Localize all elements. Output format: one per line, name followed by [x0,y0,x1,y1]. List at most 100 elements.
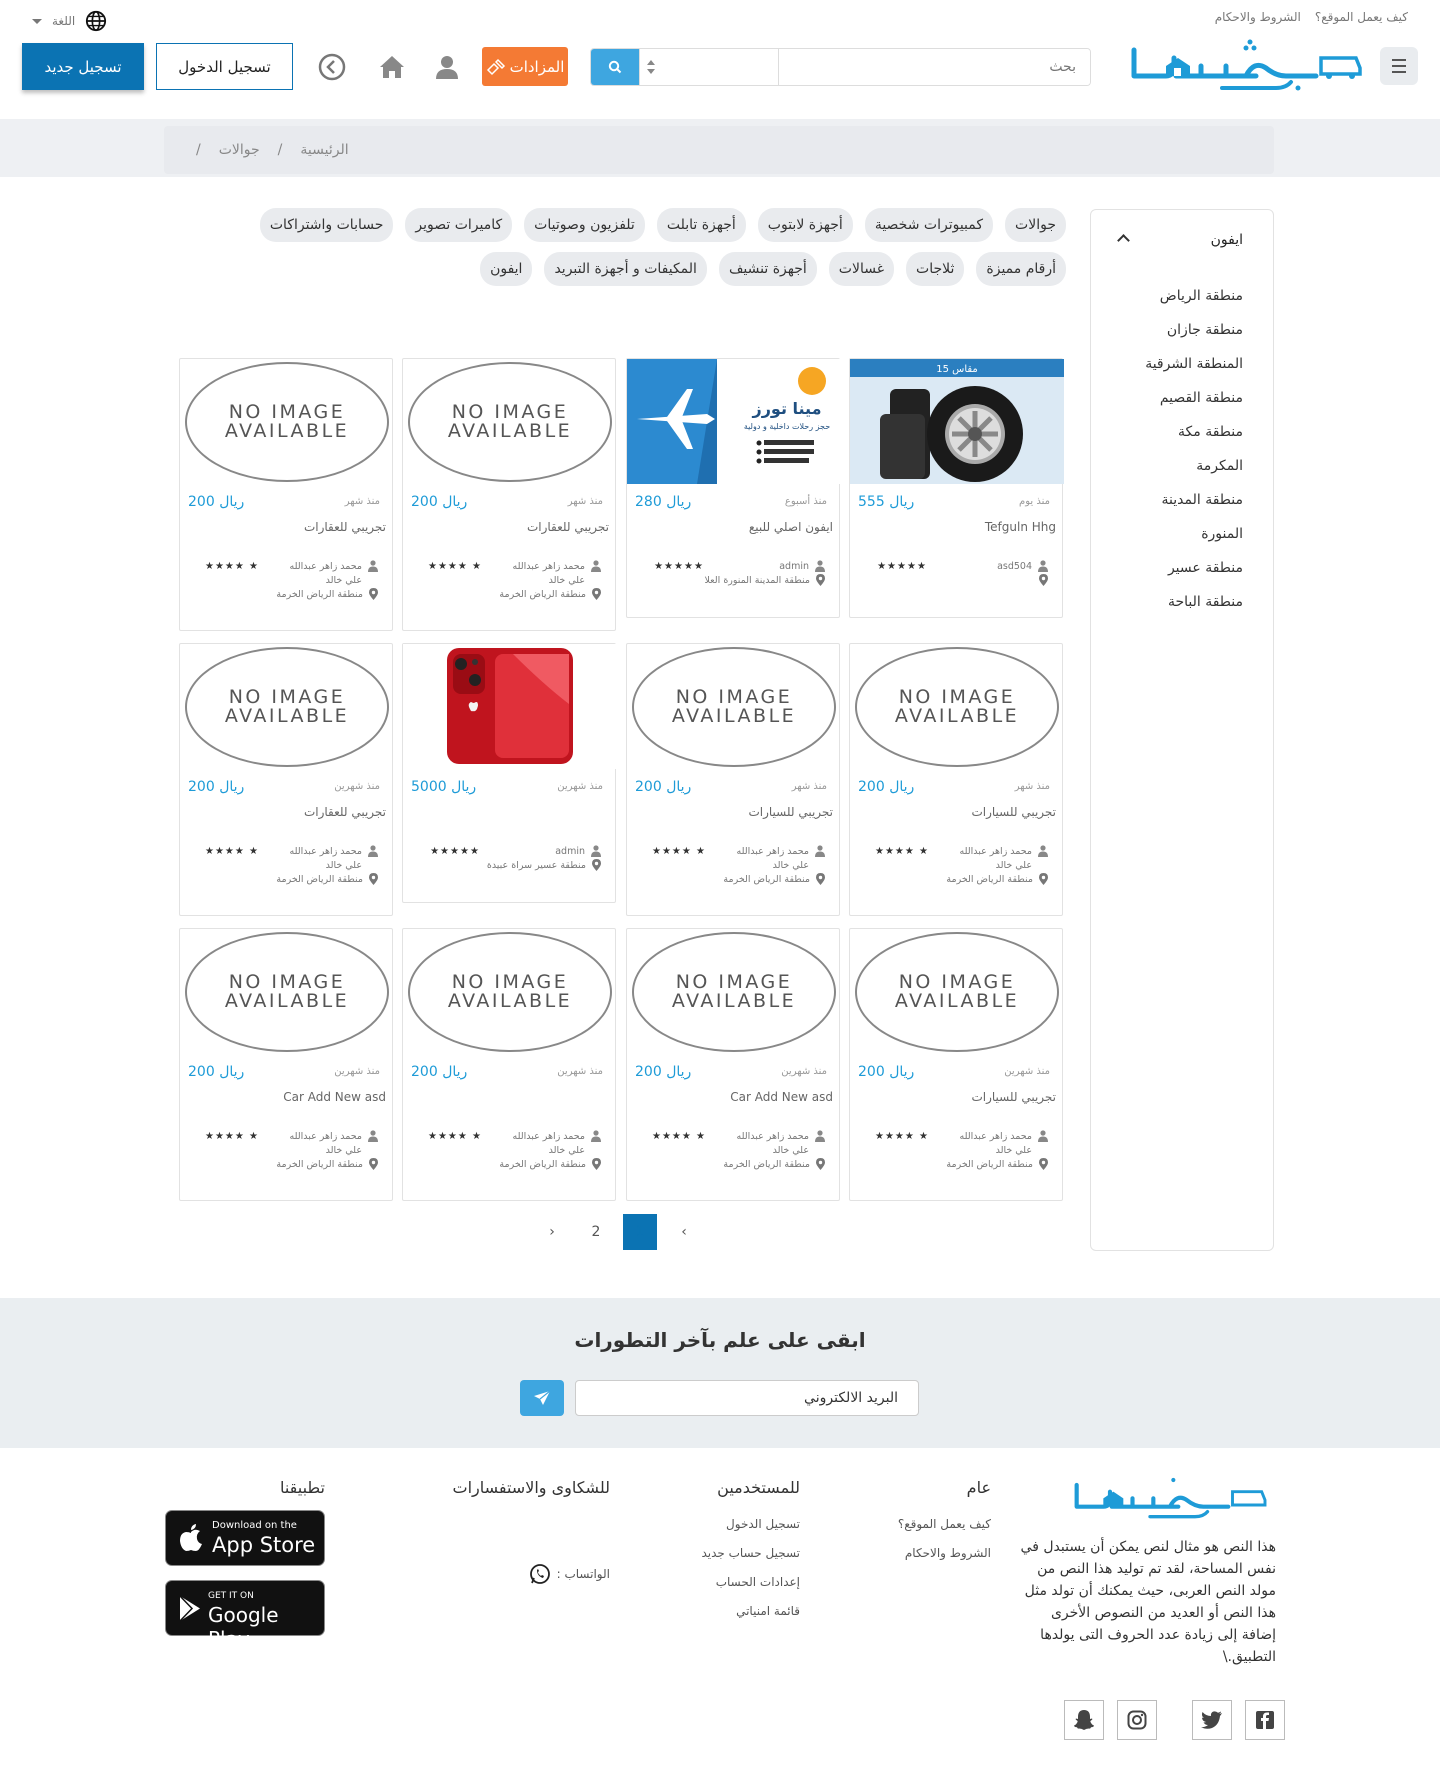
listing-card[interactable]: NO IMAGE AVAILABLE ريال 200 منذ شهرين Car Ad… [626,928,840,1201]
listing-card[interactable]: NO IMAGE AVAILABLE ريال 200 منذ شهر تجريبي ل… [626,643,840,916]
listing-card[interactable]: ريال 5000 منذ شهرين admin ★★★★★ منطقة عسير س… [402,643,617,903]
listing-image[interactable] [403,644,617,769]
listing-title[interactable]: ايفون اصلي للبيع [749,520,833,534]
newsletter-email-input[interactable]: البريد الالكتروني [575,1380,919,1416]
listing-title[interactable]: تجريبي للسيارات [748,805,833,819]
app-store-button[interactable]: Download on the App Store [165,1510,325,1566]
back-button[interactable] [315,50,349,84]
sidebar-item-riyadh[interactable]: منطقة الرياض [1113,286,1243,320]
listing-time: منذ شهرين [334,781,380,792]
search-input[interactable] [779,49,1090,85]
twitter-button[interactable] [1192,1700,1232,1740]
footer-link-wishlist[interactable]: قائمة امنياتي [660,1604,800,1633]
listing-card[interactable]: NO IMAGE AVAILABLE ريال 200 منذ شهر تجريبي ل… [179,358,393,631]
listing-image[interactable]: مينا تورز حجز رحلات داخلية و دولية [627,359,841,484]
google-play-button[interactable]: GET IT ON Google Play [165,1580,325,1651]
pagination-prev[interactable]: ‹ [662,1214,706,1250]
sidebar-item-madinah-2[interactable]: المنورة [1113,524,1243,558]
category-chip[interactable]: كمبيوترات شخصية [864,208,994,242]
auctions-button[interactable]: المزادات [482,47,568,86]
category-chip[interactable]: كاميرات تصوير [405,208,513,242]
listing-title[interactable]: Tefguln Hhg [985,520,1056,534]
sidebar-item-jazan[interactable]: منطقة جازان [1113,320,1243,354]
register-button[interactable]: تسجيل جديد [22,43,144,90]
category-chip[interactable]: غسالات [828,252,895,286]
listing-title[interactable]: تجريبي للسيارات [971,1090,1056,1104]
category-chip[interactable]: حسابات واشتراكات [259,208,394,242]
map-pin-icon [1039,574,1048,586]
login-button[interactable]: تسجيل الدخول [156,43,293,90]
sidebar-title[interactable]: ايفون [1211,232,1243,248]
sidebar-item-qassim[interactable]: منطقة القصيم [1113,388,1243,422]
footer-link-terms[interactable]: الشروط والاحكام [851,1546,991,1575]
listing-title[interactable]: تجريبي للعقارات [304,520,386,534]
top-link-how[interactable]: كيف يعمل الموقع؟ [1315,10,1408,24]
footer-whatsapp[interactable]: الواتساب : [430,1559,610,1588]
snapchat-button[interactable] [1064,1700,1104,1740]
chevron-left-circle-icon [318,53,346,81]
listing-title[interactable]: تجريبي للسيارات [971,805,1056,819]
footer-link-settings[interactable]: إعدادات الحساب [660,1575,800,1604]
listing-image[interactable]: NO IMAGE AVAILABLE [180,929,394,1054]
search-button[interactable] [591,49,639,85]
category-chip[interactable]: أجهزة تنشيف [718,252,817,286]
category-chip[interactable]: المكيفات و أجهزة التبريد [544,252,707,286]
sidebar-item-eastern[interactable]: المنطقة الشرقية [1113,354,1243,388]
pagination-page-1[interactable]: 1 [623,1214,657,1250]
category-chip[interactable]: أجهزة تابلت [656,208,746,242]
newsletter-send-button[interactable] [520,1380,564,1416]
listing-image[interactable]: NO IMAGE AVAILABLE [180,644,394,769]
top-link-terms[interactable]: الشروط والاحكام [1215,10,1301,24]
listing-image[interactable]: NO IMAGE AVAILABLE [403,359,617,484]
category-chip[interactable]: جوالات [1005,208,1066,242]
listing-image[interactable]: NO IMAGE AVAILABLE [627,929,841,1054]
user-icon [1038,1130,1048,1142]
site-logo[interactable] [1126,38,1366,98]
hamburger-menu-button[interactable] [1380,47,1418,85]
category-chip[interactable]: ايفون [480,252,533,286]
sidebar-item-baha[interactable]: منطقة الباحة [1113,592,1243,626]
instagram-button[interactable] [1117,1700,1157,1740]
sidebar-item-madinah[interactable]: منطقة المدينة [1113,490,1243,524]
listing-card[interactable]: NO IMAGE AVAILABLE ريال 200 منذ شهرين تجريبي… [179,643,393,916]
listing-image[interactable]: مقاس 15 [850,359,1064,484]
chevron-up-icon[interactable] [1117,234,1130,247]
listing-card[interactable]: NO IMAGE AVAILABLE ريال 200 منذ شهر تجريبي ل… [402,358,616,631]
user-button[interactable] [430,50,464,84]
sidebar-item-makkah-2[interactable]: المكرمة [1113,456,1243,490]
pagination-page-2[interactable]: 2 [574,1214,618,1250]
listing-card[interactable]: NO IMAGE AVAILABLE ريال 200 منذ شهر تجريبي ل… [849,643,1063,916]
category-chip[interactable]: ثلاجات [906,252,965,286]
pagination-next[interactable]: › [530,1214,574,1250]
language-selector[interactable]: اللغة [32,10,107,32]
sidebar-item-asir[interactable]: منطقة عسير [1113,558,1243,592]
search-category-select[interactable] [639,49,779,85]
listing-title[interactable]: تجريبي للعقارات [304,805,386,819]
listing-card[interactable]: NO IMAGE AVAILABLE ريال 200 منذ شهرين محمد ز… [402,928,616,1201]
listing-image[interactable]: NO IMAGE AVAILABLE [403,929,617,1054]
category-chip[interactable]: تلفزيون وصوتيات [524,208,645,242]
breadcrumb-home[interactable]: الرئيسية [300,142,348,158]
listing-image[interactable]: NO IMAGE AVAILABLE [850,929,1064,1054]
listing-image[interactable]: NO IMAGE AVAILABLE [627,644,841,769]
category-chip[interactable]: أجهزة لابتوب [757,208,853,242]
footer-link-login[interactable]: تسجيل الدخول [660,1517,800,1546]
sidebar-item-makkah[interactable]: منطقة مكة [1113,422,1243,456]
listing-card[interactable]: مقاس 15 ريال 555 منذ يوم Tefguln Hhg asd504 ★… [849,358,1064,618]
listing-title[interactable]: Car Add New asd [283,1090,386,1104]
map-pin-icon [816,1158,825,1170]
footer-link-how[interactable]: كيف يعمل الموقع؟ [851,1517,991,1546]
footer-link-register[interactable]: تسجيل حساب جديد [660,1546,800,1575]
category-chip[interactable]: أرقام مميزة [976,252,1066,286]
listing-image[interactable]: NO IMAGE AVAILABLE [850,644,1064,769]
facebook-button[interactable] [1245,1700,1285,1740]
footer-logo[interactable] [1070,1475,1270,1525]
listing-card[interactable]: NO IMAGE AVAILABLE ريال 200 منذ شهرين Car Ad… [179,928,393,1201]
listing-title[interactable]: Car Add New asd [730,1090,833,1104]
listing-card[interactable]: مينا تورز حجز رحلات داخلية و دولية ريال 28… [626,358,841,618]
breadcrumb-phones[interactable]: جوالات [219,142,260,158]
listing-card[interactable]: NO IMAGE AVAILABLE ريال 200 منذ شهرين تجريبي… [849,928,1063,1201]
home-button[interactable] [375,50,409,84]
listing-title[interactable]: تجريبي للعقارات [527,520,609,534]
listing-image[interactable]: NO IMAGE AVAILABLE [180,359,394,484]
